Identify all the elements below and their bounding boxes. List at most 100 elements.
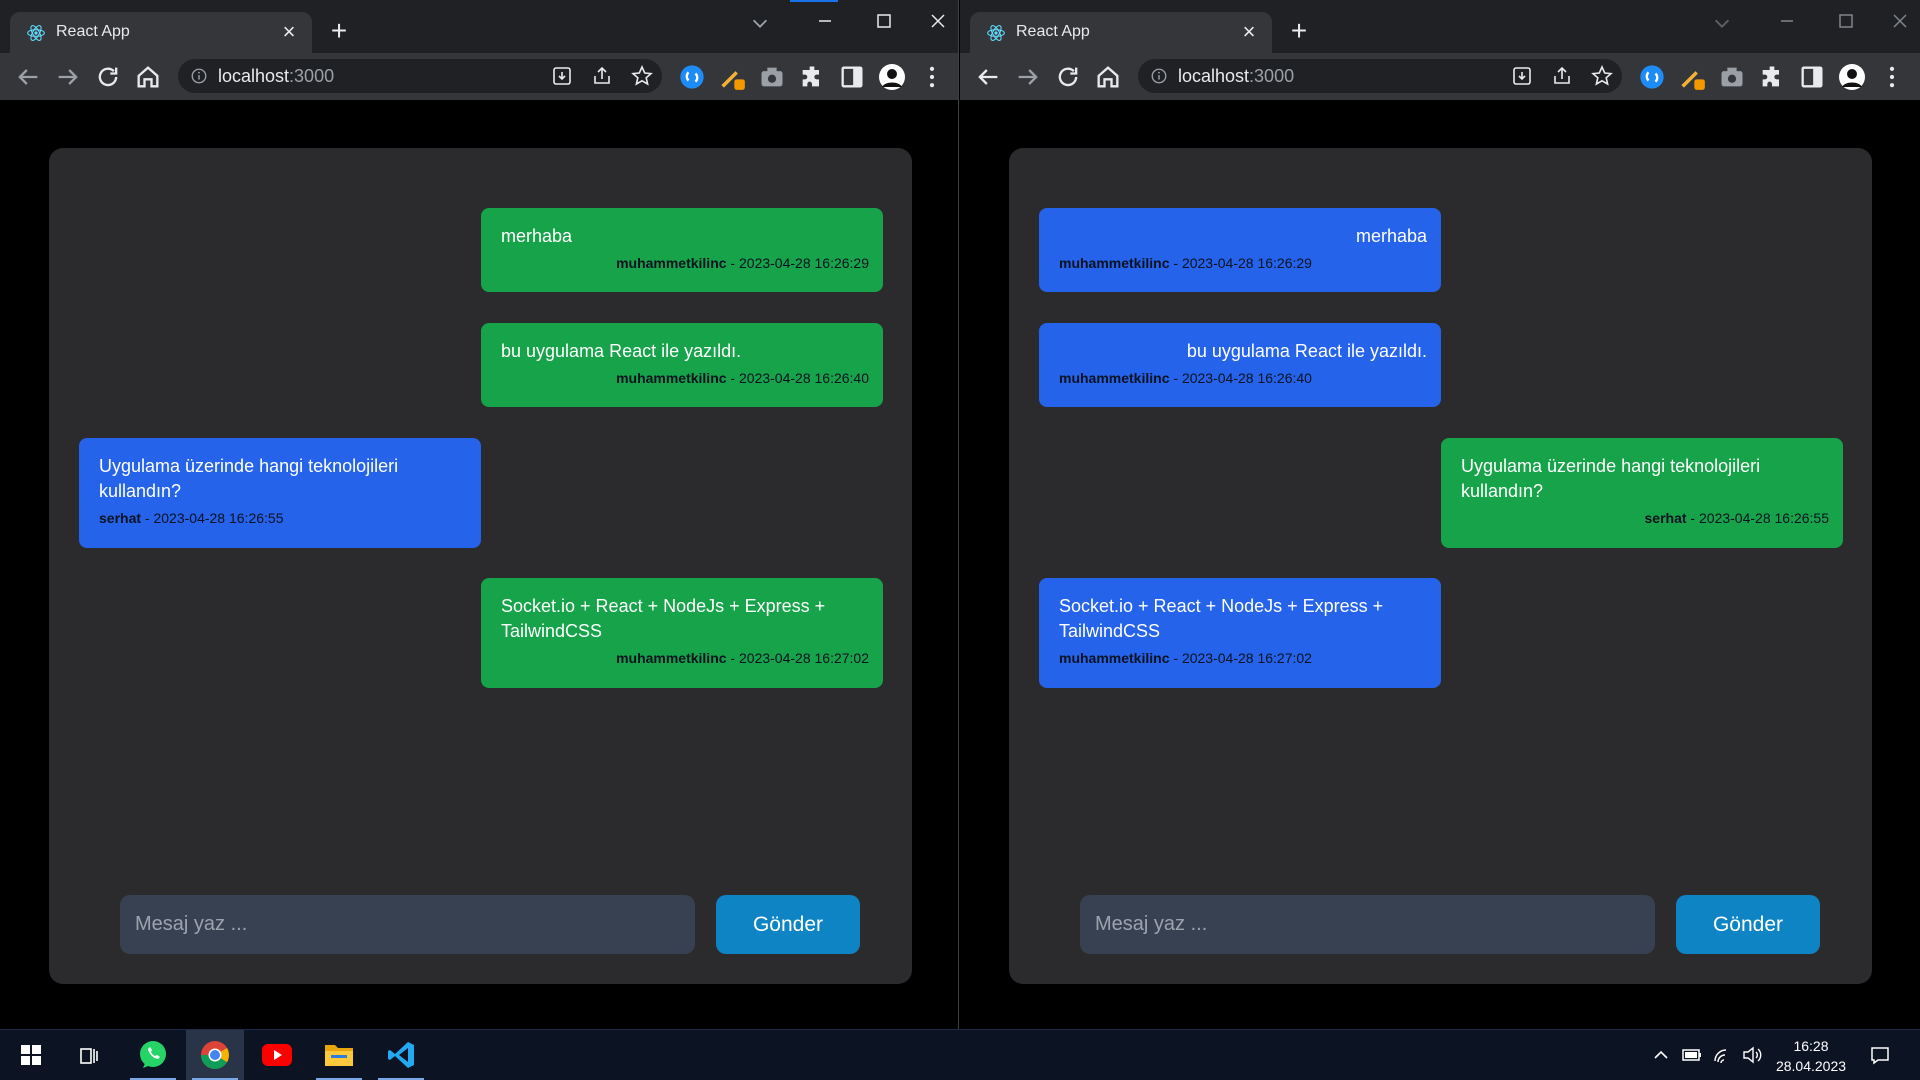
battery-icon[interactable]: [1681, 1044, 1703, 1066]
url-text: localhost:3000: [218, 66, 334, 87]
whatsapp-icon: [140, 1041, 166, 1068]
wifi-icon[interactable]: [1712, 1044, 1734, 1066]
url-text: localhost:3000: [1178, 66, 1294, 87]
taskbar-file-explorer[interactable]: [310, 1030, 368, 1080]
minimize-icon[interactable]: [805, 6, 845, 36]
system-clock[interactable]: 16:28 28.04.2023: [1768, 1036, 1854, 1076]
windows-logo-icon: [21, 1045, 41, 1065]
message-bubble: Uygulama üzerinde hangi teknolojileri ku…: [1441, 438, 1843, 548]
message-bubble: bu uygulama React ile yazıldı. muhammetk…: [1039, 323, 1441, 407]
camera-extension-icon[interactable]: [758, 63, 786, 91]
shazam-extension-icon[interactable]: [678, 63, 706, 91]
message-bubble: Uygulama üzerinde hangi teknolojileri ku…: [79, 438, 481, 548]
reload-icon[interactable]: [94, 63, 122, 91]
chevron-down-icon[interactable]: [749, 12, 771, 34]
side-panel-icon[interactable]: [1798, 63, 1826, 91]
message-time: 2023-04-28 16:26:55: [153, 510, 284, 526]
side-panel-icon[interactable]: [838, 63, 866, 91]
taskbar: 16:28 28.04.2023: [0, 1029, 1920, 1080]
new-tab-icon[interactable]: +: [324, 17, 354, 47]
message-bubble: bu uygulama React ile yazıldı. muhammetk…: [481, 323, 883, 407]
browser-toolbar: localhost:3000: [960, 53, 1920, 100]
tab-react-app[interactable]: React App ×: [10, 12, 312, 53]
maximize-icon[interactable]: [864, 6, 904, 36]
url-port: :3000: [289, 66, 335, 86]
menu-dots-icon[interactable]: [1878, 63, 1906, 91]
message-author: serhat: [99, 510, 142, 526]
home-icon[interactable]: [134, 63, 162, 91]
forward-arrow-icon[interactable]: [54, 63, 82, 91]
browser-toolbar: localhost:3000: [0, 53, 958, 100]
minimize-icon[interactable]: [1767, 6, 1807, 36]
message-bubble: Socket.io + React + NodeJs + Express + T…: [481, 578, 883, 688]
install-app-icon[interactable]: [1510, 64, 1534, 88]
close-window-icon[interactable]: [1880, 6, 1920, 36]
message-time: 2023-04-28 16:26:55: [1699, 510, 1829, 526]
back-arrow-icon[interactable]: [974, 63, 1002, 91]
message-time: 2023-04-28 16:26:40: [739, 370, 869, 386]
message-meta: serhat - 2023-04-28 16:26:55: [1644, 510, 1829, 526]
share-icon[interactable]: [1550, 64, 1574, 88]
taskbar-chrome[interactable]: [186, 1030, 244, 1080]
message-time: 2023-04-28 16:26:40: [1181, 370, 1312, 386]
message-text: bu uygulama React ile yazıldı.: [501, 341, 742, 361]
camera-extension-icon[interactable]: [1718, 63, 1746, 91]
tab-close-icon[interactable]: ×: [1238, 21, 1260, 43]
address-bar[interactable]: localhost:3000: [178, 59, 662, 93]
vscode-icon: [388, 1042, 414, 1068]
message-text: Uygulama üzerinde hangi teknolojileri ku…: [1461, 456, 1761, 501]
extensions-puzzle-icon[interactable]: [798, 63, 826, 91]
message-input[interactable]: [1080, 895, 1655, 954]
message-time: 2023-04-28 16:26:29: [1181, 255, 1312, 271]
url-host: localhost: [1178, 66, 1250, 86]
shazam-extension-icon[interactable]: [1638, 63, 1666, 91]
tab-close-icon[interactable]: ×: [278, 21, 300, 43]
message-author: muhammetkilinc: [616, 650, 727, 666]
url-host: localhost: [218, 66, 290, 86]
send-button[interactable]: Gönder: [716, 895, 860, 954]
new-tab-icon[interactable]: +: [1284, 17, 1314, 47]
bookmark-star-icon[interactable]: [630, 64, 654, 88]
forward-arrow-icon[interactable]: [1014, 63, 1042, 91]
message-meta: muhammetkilinc - 2023-04-28 16:26:40: [616, 370, 869, 386]
start-button[interactable]: [2, 1030, 60, 1080]
info-icon[interactable]: [1150, 67, 1168, 85]
message-text: merhaba: [1355, 226, 1427, 246]
volume-icon[interactable]: [1741, 1044, 1763, 1066]
extensions-puzzle-icon[interactable]: [1758, 63, 1786, 91]
address-bar[interactable]: localhost:3000: [1138, 59, 1622, 93]
taskbar-youtube[interactable]: [248, 1030, 306, 1080]
message-text: Socket.io + React + NodeJs + Express + T…: [501, 596, 826, 641]
bookmark-star-icon[interactable]: [1590, 64, 1614, 88]
send-button[interactable]: Gönder: [1676, 895, 1820, 954]
tab-react-app[interactable]: React App ×: [970, 12, 1272, 53]
profile-avatar-icon[interactable]: [878, 63, 906, 91]
profile-avatar-icon[interactable]: [1838, 63, 1866, 91]
chrome-icon: [201, 1041, 229, 1069]
home-icon[interactable]: [1094, 63, 1122, 91]
taskbar-vscode[interactable]: [372, 1030, 430, 1080]
info-icon[interactable]: [190, 67, 208, 85]
share-icon[interactable]: [590, 64, 614, 88]
reload-icon[interactable]: [1054, 63, 1082, 91]
install-app-icon[interactable]: [550, 64, 574, 88]
browser-window-left: React App × + localhost:3000 merhaba muh…: [0, 0, 959, 1029]
message-meta: muhammetkilinc - 2023-04-28 16:26:29: [616, 255, 869, 271]
menu-dots-icon[interactable]: [918, 63, 946, 91]
react-icon: [27, 25, 45, 41]
taskbar-whatsapp[interactable]: [124, 1030, 182, 1080]
message-input[interactable]: [120, 895, 695, 954]
chevron-down-icon[interactable]: [1711, 12, 1733, 34]
maximize-icon[interactable]: [1826, 6, 1866, 36]
pen-extension-icon[interactable]: [718, 63, 746, 91]
youtube-icon: [262, 1044, 292, 1066]
pen-extension-icon[interactable]: [1678, 63, 1706, 91]
close-window-icon[interactable]: [918, 6, 958, 36]
back-arrow-icon[interactable]: [14, 63, 42, 91]
message-input-box: [1080, 895, 1655, 954]
message-author: serhat: [1644, 510, 1687, 526]
task-view-button[interactable]: [60, 1030, 118, 1080]
notification-icon[interactable]: [1869, 1044, 1891, 1066]
chevron-up-icon[interactable]: [1650, 1044, 1672, 1066]
message-time: 2023-04-28 16:27:02: [1181, 650, 1312, 666]
